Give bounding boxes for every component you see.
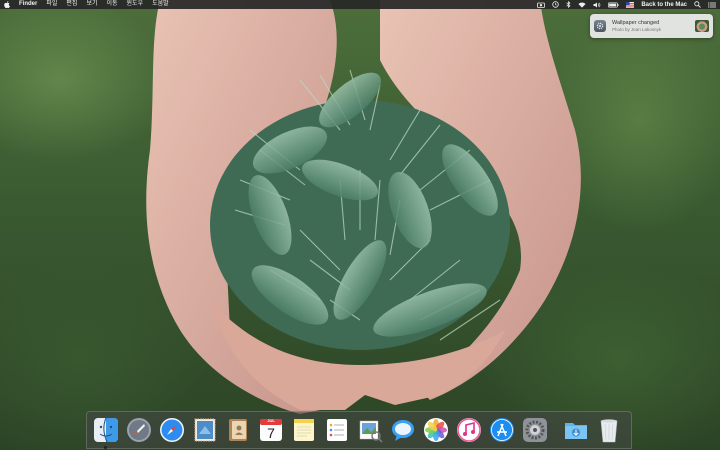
notification-title: Wallpaper changed <box>612 19 660 26</box>
menu-edit[interactable]: 편집 <box>66 0 77 9</box>
notification-body: Photo by Jean Lakosnyk <box>612 26 662 32</box>
spotlight-search-icon[interactable] <box>694 1 701 8</box>
safari-compass-icon <box>160 418 184 442</box>
dock-preview[interactable] <box>356 416 384 444</box>
photos-flower-icon <box>424 418 448 442</box>
bluetooth-icon[interactable] <box>566 1 571 8</box>
dock-contacts[interactable] <box>224 416 252 444</box>
dock-photos[interactable] <box>422 416 450 444</box>
time-machine-icon[interactable] <box>552 1 560 8</box>
dock-trash[interactable] <box>595 416 623 444</box>
mail-stamp-icon <box>194 418 216 442</box>
dock-launchpad[interactable] <box>125 416 153 444</box>
itunes-music-note-icon <box>457 418 481 442</box>
dock-calendar[interactable]: JUL 7 <box>257 416 285 444</box>
reminders-list-icon <box>327 419 347 441</box>
menu-go[interactable]: 이동 <box>106 0 117 9</box>
volume-icon[interactable] <box>593 2 601 8</box>
downloads-folder-icon <box>565 423 587 439</box>
dock-reminders[interactable] <box>323 416 351 444</box>
apple-menu-icon[interactable] <box>4 1 10 8</box>
dock-finder[interactable] <box>92 416 120 449</box>
menu-window[interactable]: 윈도우 <box>127 0 144 9</box>
calendar-month: JUL <box>267 418 275 423</box>
wifi-icon[interactable] <box>578 1 586 8</box>
menu-bar: Finder 파일 편집 보기 이동 윈도우 도움말 Back to the M… <box>0 0 720 9</box>
system-preferences-app-icon <box>594 20 606 32</box>
battery-icon[interactable] <box>608 1 619 8</box>
screen-capture-icon[interactable] <box>537 2 546 8</box>
system-preferences-gear-icon <box>523 418 547 442</box>
wallpaper-hands-pine-image <box>146 0 581 414</box>
desktop-wallpaper <box>0 0 720 450</box>
menu-app-name[interactable]: Finder <box>19 0 37 9</box>
messages-bubble-icon <box>392 420 414 441</box>
menubar-status-text[interactable]: Back to the Mac <box>641 2 687 8</box>
notes-icon <box>294 419 314 441</box>
finder-icon <box>94 417 118 443</box>
dock-app-store[interactable] <box>488 416 516 444</box>
notification-center-icon[interactable] <box>708 1 716 8</box>
input-source-flag-icon[interactable] <box>626 1 635 8</box>
menu-file[interactable]: 파일 <box>46 0 57 9</box>
wallpaper-thumbnail-image <box>695 20 709 32</box>
wallpaper-changed-notification[interactable]: Wallpaper changed Photo by Jean Lakosnyk <box>590 14 713 38</box>
menu-view[interactable]: 보기 <box>86 0 97 9</box>
dock-mail[interactable] <box>191 416 219 444</box>
contacts-book-icon <box>229 419 247 441</box>
dock-safari[interactable] <box>158 416 186 444</box>
running-indicator <box>104 446 107 449</box>
dock-messages[interactable] <box>389 416 417 444</box>
dock-itunes[interactable] <box>455 416 483 444</box>
app-store-icon <box>490 418 514 442</box>
launchpad-rocket-icon <box>127 418 151 442</box>
dock-notes[interactable] <box>290 416 318 444</box>
trash-bin-icon <box>600 419 618 443</box>
menu-help[interactable]: 도움말 <box>152 0 169 9</box>
dock-system-preferences[interactable] <box>521 416 549 444</box>
preview-photos-icon <box>359 420 383 443</box>
dock-downloads-folder[interactable] <box>562 416 590 444</box>
dock: JUL 7 <box>86 411 632 449</box>
calendar-day-number: 7 <box>267 425 275 441</box>
